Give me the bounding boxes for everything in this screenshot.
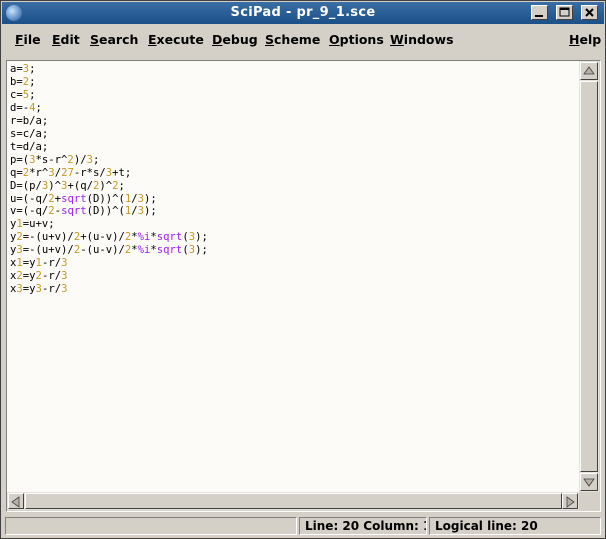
title-bar[interactable]: SciPad - pr_9_1.sce — [2, 2, 604, 24]
code-line[interactable]: t=d/a; — [10, 141, 48, 153]
arrow-down-icon — [583, 478, 595, 487]
maximize-icon — [559, 7, 570, 17]
menu-file[interactable]: File — [15, 32, 41, 47]
menu-debug[interactable]: Debug — [212, 32, 258, 47]
code-line[interactable]: y2=-(u+v)/2+(u-v)/2*%i*sqrt(3); — [10, 231, 208, 243]
arrow-up-icon — [583, 66, 595, 75]
menu-options[interactable]: Options — [329, 32, 384, 47]
code-line[interactable]: y3=-(u+v)/2-(u-v)/2*%i*sqrt(3); — [10, 244, 208, 256]
code-line[interactable]: x1=y1-r/3 — [10, 257, 67, 269]
code-line[interactable]: c=5; — [10, 89, 36, 101]
scipad-window: SciPad - pr_9_1.sce File Edit Search Exe… — [0, 0, 606, 539]
code-line[interactable]: d=-4; — [10, 102, 42, 114]
menu-help[interactable]: Help — [569, 32, 601, 47]
code-line[interactable]: p=(3*s-r^2)/3; — [10, 154, 99, 166]
code-line[interactable]: s=c/a; — [10, 128, 48, 140]
horizontal-scrollbar[interactable] — [7, 492, 579, 510]
menu-scheme[interactable]: Scheme — [265, 32, 320, 47]
close-button[interactable] — [581, 5, 598, 20]
maximize-button[interactable] — [556, 5, 573, 20]
vertical-scroll-thumb[interactable] — [580, 81, 598, 472]
code-line[interactable]: v=(-q/2-sqrt(D))^(1/3); — [10, 205, 157, 217]
code-line[interactable]: q=2*r^3/27-r*s/3+t; — [10, 167, 131, 179]
close-icon — [585, 8, 594, 17]
menu-windows[interactable]: Windows — [390, 32, 454, 47]
scroll-right-button[interactable] — [562, 493, 578, 509]
horizontal-scroll-thumb[interactable] — [25, 493, 562, 509]
code-editor[interactable]: a=3; b=2; c=5; d=-4; r=b/a; s=c/a; t=d/a… — [7, 61, 579, 492]
menu-search[interactable]: Search — [90, 32, 138, 47]
menu-execute[interactable]: Execute — [148, 32, 204, 47]
scroll-up-button[interactable] — [580, 62, 598, 80]
minimize-icon — [535, 15, 543, 17]
window-title: SciPad - pr_9_1.sce — [230, 5, 376, 20]
arrow-left-icon — [11, 496, 20, 508]
code-line[interactable]: x3=y3-r/3 — [10, 283, 67, 295]
status-bar: Line: 20 Column: 1 Logical line: 20 — [2, 515, 604, 537]
scroll-down-button[interactable] — [580, 473, 598, 491]
menu-bar: File Edit Search Execute Debug Scheme Op… — [2, 25, 604, 54]
status-cursor-position: Line: 20 Column: 1 — [299, 517, 427, 535]
code-line[interactable]: b=2; — [10, 76, 36, 88]
status-message — [5, 517, 297, 535]
minimize-button[interactable] — [531, 5, 548, 20]
scroll-left-button[interactable] — [8, 493, 24, 509]
arrow-right-icon — [566, 496, 575, 508]
code-line[interactable]: r=b/a; — [10, 115, 48, 127]
code-line[interactable]: a=3; — [10, 63, 36, 75]
code-text[interactable]: a=3; b=2; c=5; d=-4; r=b/a; s=c/a; t=d/a… — [10, 63, 208, 296]
status-logical-line: Logical line: 20 — [429, 517, 601, 535]
code-line[interactable]: x2=y2-r/3 — [10, 270, 67, 282]
code-line[interactable]: D=(p/3)^3+(q/2)^2; — [10, 180, 125, 192]
code-line[interactable]: u=(-q/2+sqrt(D))^(1/3); — [10, 193, 157, 205]
vertical-scrollbar[interactable] — [579, 61, 599, 492]
menu-edit[interactable]: Edit — [52, 32, 80, 47]
scroll-corner — [579, 492, 599, 510]
code-line[interactable]: y1=u+v; — [10, 218, 55, 230]
